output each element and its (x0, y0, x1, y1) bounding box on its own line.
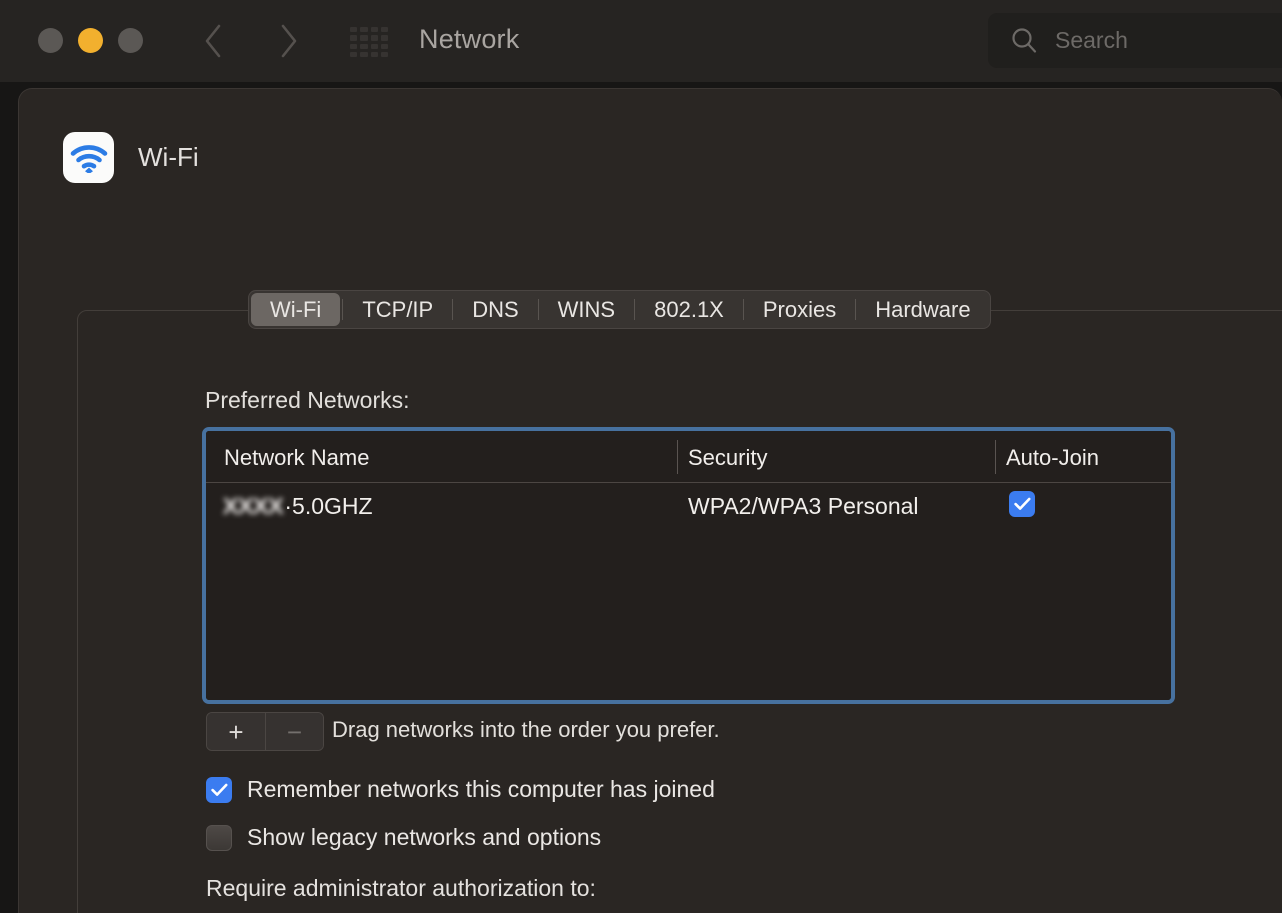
auto-join-checkbox[interactable] (1009, 491, 1035, 517)
preferred-networks-table[interactable]: Network Name Security Auto-Join XXXX ·5.… (202, 427, 1175, 704)
tab-wifi[interactable]: Wi-Fi (251, 293, 341, 326)
tab-hardware[interactable]: Hardware (856, 291, 989, 328)
tab-8021x[interactable]: 802.1X (635, 291, 743, 328)
add-network-button[interactable]: + (207, 713, 265, 750)
table-row[interactable]: XXXX ·5.0GHZ WPA2/WPA3 Personal (206, 483, 1171, 533)
column-header-network-name[interactable]: Network Name (224, 445, 369, 471)
cell-network-name[interactable]: XXXX ·5.0GHZ (222, 493, 373, 520)
settings-tab-bar: Wi-Fi TCP/IP DNS WINS 802.1X Proxies Har… (248, 290, 991, 329)
minimize-window-button[interactable] (78, 28, 103, 53)
show-legacy-networks-checkbox[interactable] (206, 824, 232, 851)
tab-content-panel: Preferred Networks: Network Name Securit… (77, 310, 1282, 913)
checkmark-icon (210, 783, 227, 796)
service-header: Wi-Fi (63, 132, 199, 183)
traffic-lights (38, 28, 143, 53)
maximize-window-button[interactable] (118, 28, 143, 53)
service-name: Wi-Fi (138, 142, 199, 172)
show-legacy-networks-label[interactable]: Show legacy networks and options (247, 824, 601, 851)
page-title: Network (419, 24, 520, 54)
back-button[interactable] (196, 22, 230, 60)
network-name-suffix: ·5.0GHZ (284, 493, 373, 519)
tab-tcpip[interactable]: TCP/IP (343, 291, 452, 328)
search-input[interactable]: Search (1055, 27, 1128, 54)
grid-apps-icon[interactable] (350, 27, 388, 57)
search-field[interactable]: Search (988, 13, 1282, 68)
remember-networks-label[interactable]: Remember networks this computer has join… (247, 776, 715, 803)
preferred-networks-label: Preferred Networks: (205, 387, 410, 413)
chevron-right-icon (281, 24, 297, 58)
remember-networks-checkbox[interactable] (206, 776, 232, 803)
remember-networks-row[interactable]: Remember networks this computer has join… (206, 776, 715, 803)
cell-security: WPA2/WPA3 Personal (688, 493, 919, 519)
search-icon (1012, 28, 1037, 53)
cell-auto-join[interactable] (1009, 491, 1035, 517)
forward-button[interactable] (272, 22, 306, 60)
close-window-button[interactable] (38, 28, 63, 53)
checkmark-icon (1013, 497, 1030, 510)
drag-networks-hint: Drag networks into the order you prefer. (332, 717, 720, 742)
column-divider[interactable] (995, 440, 996, 474)
column-divider[interactable] (677, 440, 678, 474)
preferences-sheet: Wi-Fi Preferred Networks: Network Name S… (18, 88, 1282, 913)
chevron-left-icon (205, 24, 221, 58)
titlebar: Network Search (0, 0, 1282, 82)
network-preferences-window: Network Search Wi-Fi Preferred Networks:… (0, 0, 1282, 913)
redacted-network-name: XXXX (222, 493, 284, 519)
admin-authorization-label: Require administrator authorization to: (206, 875, 596, 901)
column-header-auto-join[interactable]: Auto-Join (1006, 445, 1099, 471)
remove-network-button[interactable]: − (265, 713, 323, 750)
tab-dns[interactable]: DNS (453, 291, 537, 328)
column-header-security[interactable]: Security (688, 445, 767, 471)
navigation-arrows (196, 22, 306, 60)
tab-wins[interactable]: WINS (539, 291, 634, 328)
table-header-row: Network Name Security Auto-Join (206, 431, 1171, 483)
wifi-icon (63, 132, 114, 183)
tab-proxies[interactable]: Proxies (744, 291, 855, 328)
show-legacy-networks-row[interactable]: Show legacy networks and options (206, 824, 601, 851)
add-remove-network-buttons: + − (206, 712, 324, 751)
